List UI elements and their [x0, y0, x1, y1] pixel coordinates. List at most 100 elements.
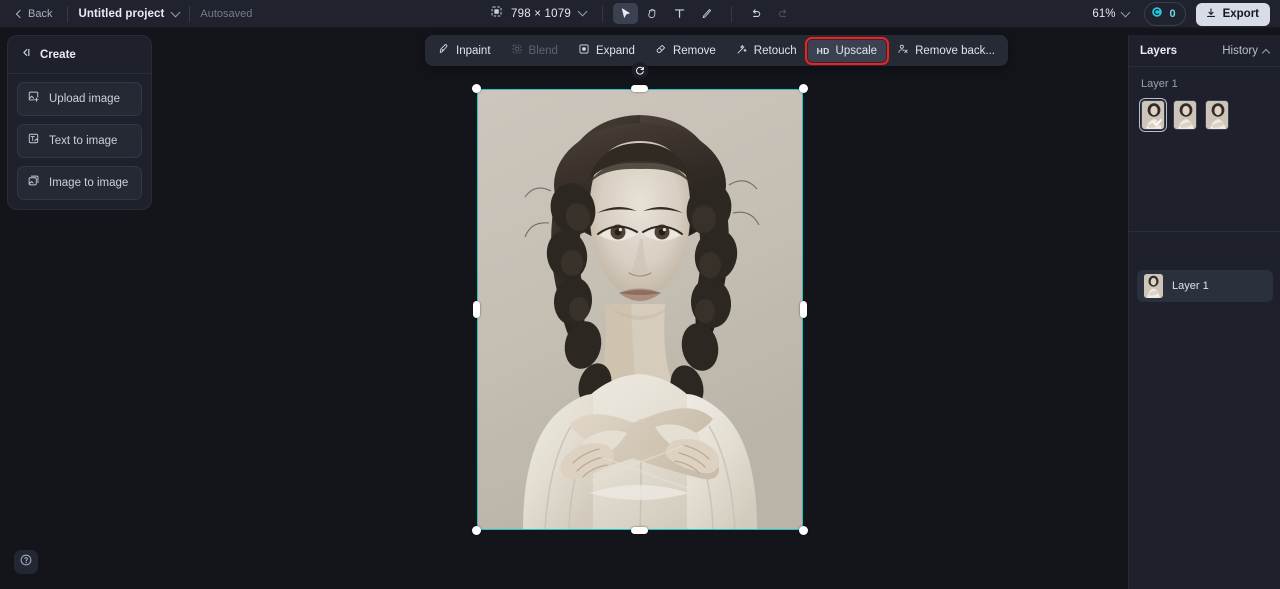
top-bar-left: Back Untitled project Autosaved	[0, 5, 252, 23]
redo-button[interactable]	[771, 3, 796, 24]
inpaint-icon	[438, 43, 450, 58]
chevron-down-icon	[1121, 7, 1131, 17]
upload-image-icon	[27, 90, 40, 108]
history-toggle[interactable]: History	[1222, 45, 1271, 58]
history-group-label: Layer 1	[1141, 78, 1178, 90]
resize-handle-bottom-left[interactable]	[472, 526, 481, 535]
collapse-panel-icon	[19, 46, 32, 64]
remove-background-button[interactable]: Remove back...	[888, 38, 1004, 63]
back-button-label: Back	[28, 7, 53, 20]
resize-handle-top-left[interactable]	[472, 84, 481, 93]
hd-upscale-button[interactable]: HD Upscale	[804, 36, 890, 65]
export-button-label: Export	[1222, 8, 1259, 20]
inpaint-label: Inpaint	[456, 44, 491, 57]
credits-badge[interactable]: 0	[1144, 2, 1186, 26]
resize-handle-bottom-right[interactable]	[799, 526, 808, 535]
expand-button[interactable]: Expand	[569, 38, 644, 63]
project-menu-button[interactable]	[170, 5, 181, 23]
zoom-level: 61%	[1092, 8, 1116, 20]
rotate-handle[interactable]	[631, 62, 649, 79]
panel-divider	[1129, 231, 1280, 232]
text-to-image-icon	[27, 132, 40, 150]
text-tool[interactable]	[667, 3, 692, 24]
remove-label: Remove	[672, 44, 716, 57]
history-section: Layer 1	[1129, 67, 1280, 132]
resize-handle-bottom-center[interactable]	[631, 527, 648, 534]
chevron-up-icon	[1261, 48, 1271, 58]
text-to-image-label: Text to image	[49, 135, 118, 147]
remove-button[interactable]: Remove	[646, 38, 725, 63]
layers-panel-title: Layers	[1140, 45, 1178, 57]
blend-label: Blend	[528, 44, 558, 57]
undo-button[interactable]	[744, 3, 769, 24]
remove-icon	[655, 43, 667, 58]
hd-badge: HD	[816, 45, 830, 56]
text-to-image-button[interactable]: Text to image	[17, 124, 142, 158]
selected-check-icon	[1152, 115, 1163, 127]
upload-image-label: Upload image	[49, 93, 120, 105]
canvas-size-selector[interactable]: 798 × 1079	[484, 2, 592, 26]
brush-tool[interactable]	[694, 3, 719, 24]
image-to-image-button[interactable]: Image to image	[17, 166, 142, 200]
top-bar-right: 61% 0 Export	[1087, 0, 1270, 28]
layer-name-label: Layer 1	[1172, 280, 1209, 292]
chevron-down-icon	[170, 7, 181, 17]
divider	[730, 5, 732, 22]
chevron-down-icon	[577, 6, 588, 17]
remove-background-label: Remove back...	[915, 44, 995, 57]
divider	[67, 5, 69, 22]
back-button[interactable]: Back	[12, 5, 57, 23]
app-root: Back Untitled project Autosaved 798 × 10…	[0, 0, 1280, 589]
image-to-image-label: Image to image	[49, 177, 129, 189]
help-button[interactable]	[14, 550, 38, 574]
canvas-frame-icon	[490, 5, 503, 23]
history-thumbnails	[1139, 98, 1268, 132]
top-bar: Back Untitled project Autosaved 798 × 10…	[0, 0, 1280, 28]
create-panel-header[interactable]: Create	[8, 36, 151, 74]
export-button[interactable]: Export	[1195, 2, 1270, 26]
autosave-status: Autosaved	[200, 7, 253, 20]
blend-button[interactable]: Blend	[502, 38, 567, 63]
credits-count: 0	[1169, 8, 1176, 20]
resize-handle-middle-left[interactable]	[473, 301, 480, 318]
inpaint-button[interactable]: Inpaint	[429, 38, 500, 63]
retouch-label: Retouch	[753, 44, 797, 57]
hd-upscale-label: Upscale	[835, 44, 878, 57]
download-icon	[1205, 7, 1217, 22]
resize-handle-top-right[interactable]	[799, 84, 808, 93]
chevron-left-icon	[15, 9, 25, 18]
layers-panel: Layers History Layer 1 Layer 1	[1128, 35, 1280, 589]
history-thumb-2[interactable]	[1173, 100, 1197, 130]
selection-border	[477, 89, 803, 530]
divider	[601, 5, 603, 22]
layers-panel-header: Layers History	[1129, 35, 1280, 67]
layer-list-item[interactable]: Layer 1	[1137, 270, 1273, 302]
image-actions-toolbar: Inpaint Blend Expand Remove Retouch HD U…	[425, 35, 1008, 66]
history-toggle-label: History	[1222, 45, 1258, 57]
top-bar-center: 798 × 1079	[484, 2, 796, 26]
zoom-selector[interactable]: 61%	[1087, 5, 1134, 23]
retouch-icon	[736, 43, 748, 58]
remove-background-icon	[897, 43, 909, 58]
resize-handle-top-center[interactable]	[631, 85, 648, 92]
resize-handle-middle-right[interactable]	[800, 301, 807, 318]
create-panel-title: Create	[40, 49, 76, 61]
history-thumb-3[interactable]	[1205, 100, 1229, 130]
hand-tool[interactable]	[640, 3, 665, 24]
help-circle-icon	[19, 553, 33, 572]
credit-coin-icon	[1151, 5, 1163, 23]
retouch-button[interactable]: Retouch	[727, 38, 806, 63]
expand-icon	[578, 43, 590, 58]
image-to-image-icon	[27, 174, 40, 192]
expand-label: Expand	[595, 44, 635, 57]
blend-icon	[511, 43, 523, 58]
canvas-size-value: 798 × 1079	[511, 7, 571, 20]
select-tool[interactable]	[612, 3, 638, 24]
divider	[189, 5, 191, 22]
tool-group	[612, 3, 796, 24]
upload-image-button[interactable]: Upload image	[17, 82, 142, 116]
project-name: Untitled project	[78, 7, 165, 20]
create-panel: Create Upload image Text to image Image …	[7, 35, 152, 210]
history-thumb-1[interactable]	[1139, 98, 1167, 132]
canvas-selection[interactable]	[472, 62, 808, 535]
